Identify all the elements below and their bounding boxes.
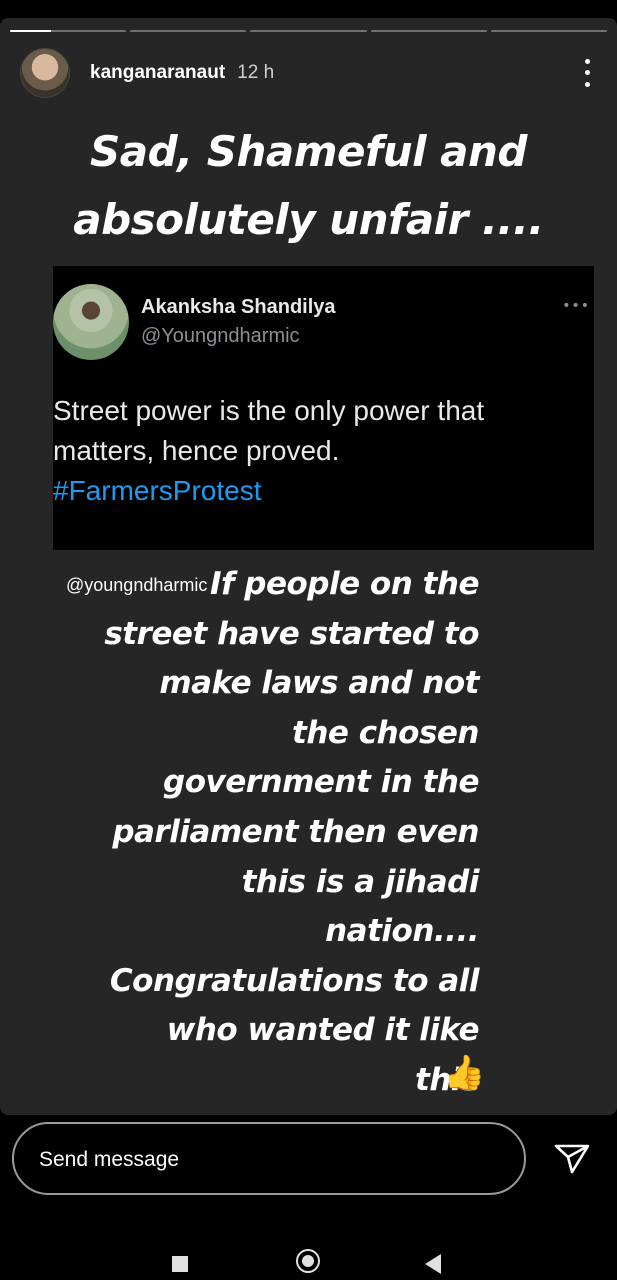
progress-segment (250, 30, 367, 32)
headline-line: Sad, Shameful and (90, 127, 527, 176)
username[interactable]: kanganaranaut (90, 62, 225, 84)
body-line: this (415, 1061, 479, 1098)
body-line: the chosen (292, 714, 480, 751)
tweet-text: Street power is the only power that matt… (53, 391, 583, 471)
tweet-hashtag: #FarmersProtest (53, 475, 262, 506)
tweet-text-line: Street power is the only power that (53, 395, 485, 426)
body-line: nation.... (325, 913, 479, 950)
body-line: make laws and not (159, 665, 479, 702)
thumbs-up-emoji: 👍 (443, 1053, 486, 1093)
progress-segment (10, 30, 127, 32)
back-button[interactable] (425, 1254, 441, 1274)
tweet-author-handle: @Youngndharmic (141, 325, 300, 347)
home-button[interactable] (296, 1249, 320, 1273)
tweet-avatar (53, 284, 129, 360)
story-progress-bar (10, 30, 608, 32)
progress-segment (370, 30, 487, 32)
body-line: Congratulations to all (109, 962, 480, 999)
recents-button[interactable] (172, 1256, 188, 1272)
story-body-text: If people on the street have started to … (19, 560, 479, 1106)
embedded-tweet: Akanksha Shandilya @Youngndharmic ••• St… (53, 266, 594, 550)
body-line: If people on the (209, 566, 480, 602)
send-message-input[interactable]: Send message (12, 1122, 526, 1195)
post-time: 12 h (237, 62, 275, 83)
more-vertical-icon[interactable] (577, 56, 597, 90)
body-line: this is a jihadi (241, 863, 480, 900)
story-headline: Sad, Shameful and absolutely unfair .... (0, 118, 617, 254)
story-header: kanganaranaut 12 h (20, 48, 597, 98)
tweet-more-icon: ••• (562, 298, 590, 314)
body-line: parliament then even (112, 813, 479, 850)
body-line: street have started to (104, 615, 479, 652)
body-line: who wanted it like (166, 1012, 480, 1049)
send-message-placeholder: Send message (39, 1148, 180, 1171)
progress-segment (490, 30, 608, 32)
avatar[interactable] (20, 48, 70, 98)
progress-segment (130, 30, 247, 32)
headline-line: absolutely unfair .... (73, 195, 544, 244)
progress-fill (10, 30, 51, 32)
system-navigation-bar (0, 1230, 617, 1280)
send-icon[interactable] (552, 1138, 592, 1178)
tweet-text-line: matters, hence proved. (53, 435, 340, 466)
tweet-author-name: Akanksha Shandilya (141, 296, 336, 318)
body-line: government in the (163, 764, 480, 801)
